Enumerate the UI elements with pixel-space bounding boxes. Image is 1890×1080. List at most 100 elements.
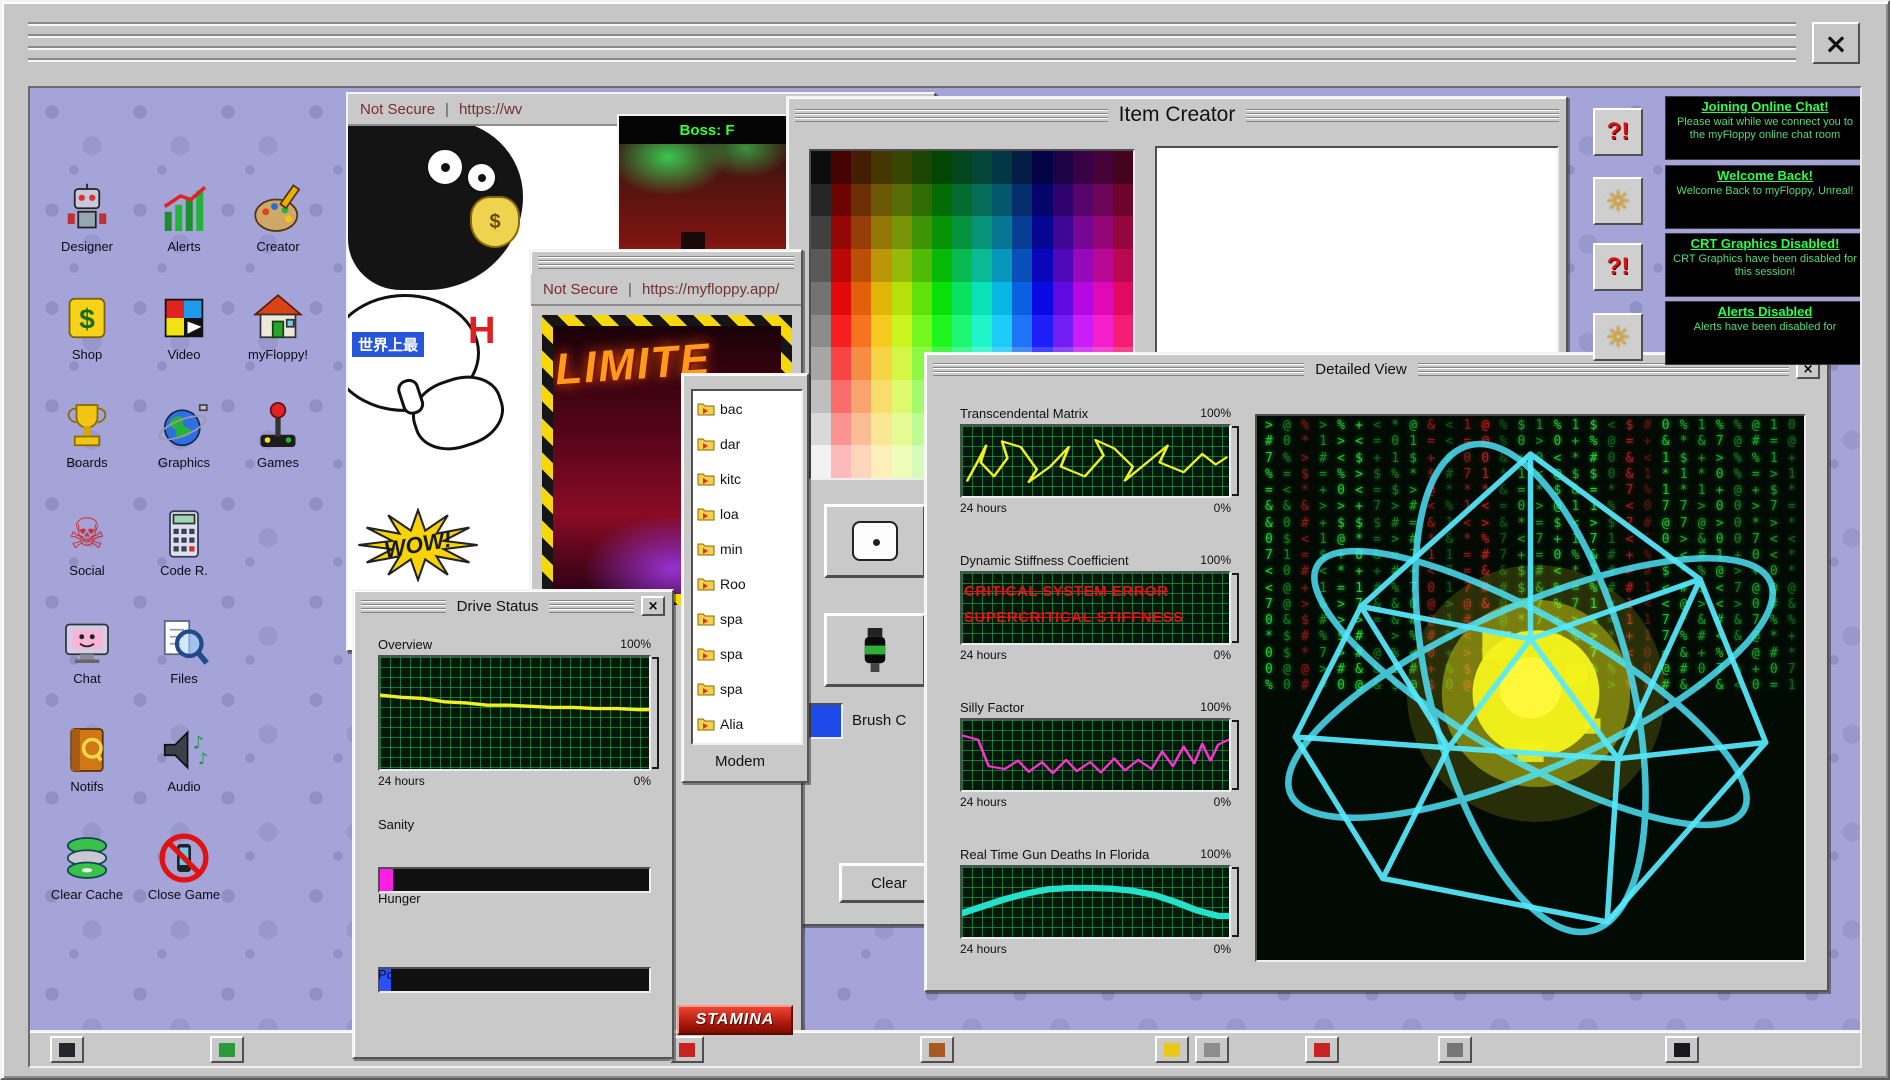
palette-swatch[interactable]	[871, 282, 891, 315]
drive-status-titlebar[interactable]: Drive Status ×	[354, 591, 672, 621]
taskbar-item[interactable]	[50, 1036, 84, 1063]
palette-swatch[interactable]	[871, 315, 891, 348]
palette-swatch[interactable]	[952, 282, 972, 315]
palette-swatch[interactable]	[831, 445, 851, 478]
palette-swatch[interactable]	[1032, 282, 1052, 315]
palette-swatch[interactable]	[912, 216, 932, 249]
taskbar-item[interactable]	[920, 1036, 954, 1063]
palette-swatch[interactable]	[851, 347, 871, 380]
palette-swatch[interactable]	[992, 315, 1012, 348]
palette-swatch[interactable]	[1012, 249, 1032, 282]
palette-swatch[interactable]	[811, 216, 831, 249]
taskbar-item[interactable]	[1665, 1036, 1699, 1063]
palette-swatch[interactable]	[892, 413, 912, 446]
palette-swatch[interactable]	[972, 216, 992, 249]
gear-notification-icon[interactable]: ☼	[1593, 313, 1643, 361]
window-title-stripes[interactable]	[28, 22, 1796, 68]
taskbar-item[interactable]	[1438, 1036, 1472, 1063]
palette-swatch[interactable]	[1093, 184, 1113, 217]
close-icon[interactable]: ×	[641, 596, 665, 616]
notification-card[interactable]: Joining Online Chat! Please wait while w…	[1665, 96, 1862, 160]
palette-swatch[interactable]	[1113, 184, 1133, 217]
palette-swatch[interactable]	[1093, 151, 1113, 184]
alert-notification-icon[interactable]: ?!	[1593, 108, 1643, 156]
window-close-button[interactable]: ×	[1812, 22, 1860, 64]
palette-swatch[interactable]	[1073, 282, 1093, 315]
brush-color-swatch[interactable]	[809, 703, 843, 739]
palette-swatch[interactable]	[952, 249, 972, 282]
palette-swatch[interactable]	[1073, 151, 1093, 184]
palette-swatch[interactable]	[892, 380, 912, 413]
gear-notification-icon[interactable]: ☼	[1593, 177, 1643, 225]
palette-swatch[interactable]	[1012, 315, 1032, 348]
palette-swatch[interactable]	[892, 216, 912, 249]
palette-swatch[interactable]	[1012, 184, 1032, 217]
palette-swatch[interactable]	[831, 380, 851, 413]
palette-swatch[interactable]	[851, 315, 871, 348]
palette-swatch[interactable]	[831, 413, 851, 446]
address-bar[interactable]: Not Secure | https://myfloppy.app/	[531, 274, 801, 306]
desktop-icon-audio[interactable]: ♪♪ Audio	[138, 722, 230, 822]
palette-swatch[interactable]	[1032, 249, 1052, 282]
palette-swatch[interactable]	[972, 151, 992, 184]
palette-swatch[interactable]	[912, 151, 932, 184]
palette-swatch[interactable]	[952, 216, 972, 249]
palette-swatch[interactable]	[1073, 184, 1093, 217]
palette-swatch[interactable]	[972, 249, 992, 282]
desktop-icon-shop[interactable]: $ Shop	[41, 290, 133, 390]
palette-swatch[interactable]	[1113, 315, 1133, 348]
desktop-icon-alerts[interactable]: Alerts	[138, 182, 230, 282]
boss-titlebar[interactable]: Boss: F	[619, 116, 795, 144]
brush-tool-button[interactable]	[824, 613, 926, 687]
palette-swatch[interactable]	[932, 249, 952, 282]
browser2-titlebar[interactable]	[531, 251, 801, 274]
palette-swatch[interactable]	[912, 282, 932, 315]
palette-swatch[interactable]	[892, 151, 912, 184]
palette-swatch[interactable]	[1012, 151, 1032, 184]
palette-swatch[interactable]	[1113, 249, 1133, 282]
palette-swatch[interactable]	[831, 282, 851, 315]
file-row[interactable]: spa	[693, 601, 801, 636]
palette-swatch[interactable]	[851, 380, 871, 413]
palette-swatch[interactable]	[851, 184, 871, 217]
desktop-icon-video[interactable]: Video	[138, 290, 230, 390]
palette-swatch[interactable]	[811, 282, 831, 315]
palette-swatch[interactable]	[1073, 249, 1093, 282]
desktop-icon-creator[interactable]: Creator	[232, 182, 324, 282]
palette-swatch[interactable]	[912, 249, 932, 282]
palette-swatch[interactable]	[892, 347, 912, 380]
palette-swatch[interactable]	[811, 151, 831, 184]
palette-swatch[interactable]	[871, 380, 891, 413]
palette-swatch[interactable]	[932, 184, 952, 217]
palette-swatch[interactable]	[1093, 249, 1113, 282]
palette-swatch[interactable]	[811, 184, 831, 217]
palette-swatch[interactable]	[1053, 216, 1073, 249]
palette-swatch[interactable]	[892, 249, 912, 282]
palette-swatch[interactable]	[892, 445, 912, 478]
palette-swatch[interactable]	[992, 151, 1012, 184]
item-creator-titlebar[interactable]: Item Creator	[788, 98, 1566, 132]
file-row[interactable]: bac	[693, 391, 801, 426]
file-row[interactable]: kitc	[693, 461, 801, 496]
palette-swatch[interactable]	[972, 184, 992, 217]
file-row[interactable]: Roo	[693, 566, 801, 601]
palette-swatch[interactable]	[871, 347, 891, 380]
taskbar-item[interactable]	[1155, 1036, 1189, 1063]
file-row[interactable]: loa	[693, 496, 801, 531]
palette-swatch[interactable]	[831, 216, 851, 249]
alert-notification-icon[interactable]: ?!	[1593, 243, 1643, 291]
palette-swatch[interactable]	[992, 184, 1012, 217]
notification-card[interactable]: Welcome Back! Welcome Back to myFloppy, …	[1665, 165, 1862, 229]
palette-swatch[interactable]	[871, 151, 891, 184]
palette-swatch[interactable]	[952, 151, 972, 184]
desktop-icon-games[interactable]: Games	[232, 398, 324, 498]
palette-swatch[interactable]	[932, 282, 952, 315]
palette-swatch[interactable]	[871, 445, 891, 478]
desktop-icon-chat[interactable]: Chat	[41, 614, 133, 714]
palette-swatch[interactable]	[1073, 216, 1093, 249]
palette-swatch[interactable]	[952, 315, 972, 348]
palette-swatch[interactable]	[892, 315, 912, 348]
file-row[interactable]: min	[693, 531, 801, 566]
palette-swatch[interactable]	[871, 216, 891, 249]
palette-swatch[interactable]	[851, 445, 871, 478]
